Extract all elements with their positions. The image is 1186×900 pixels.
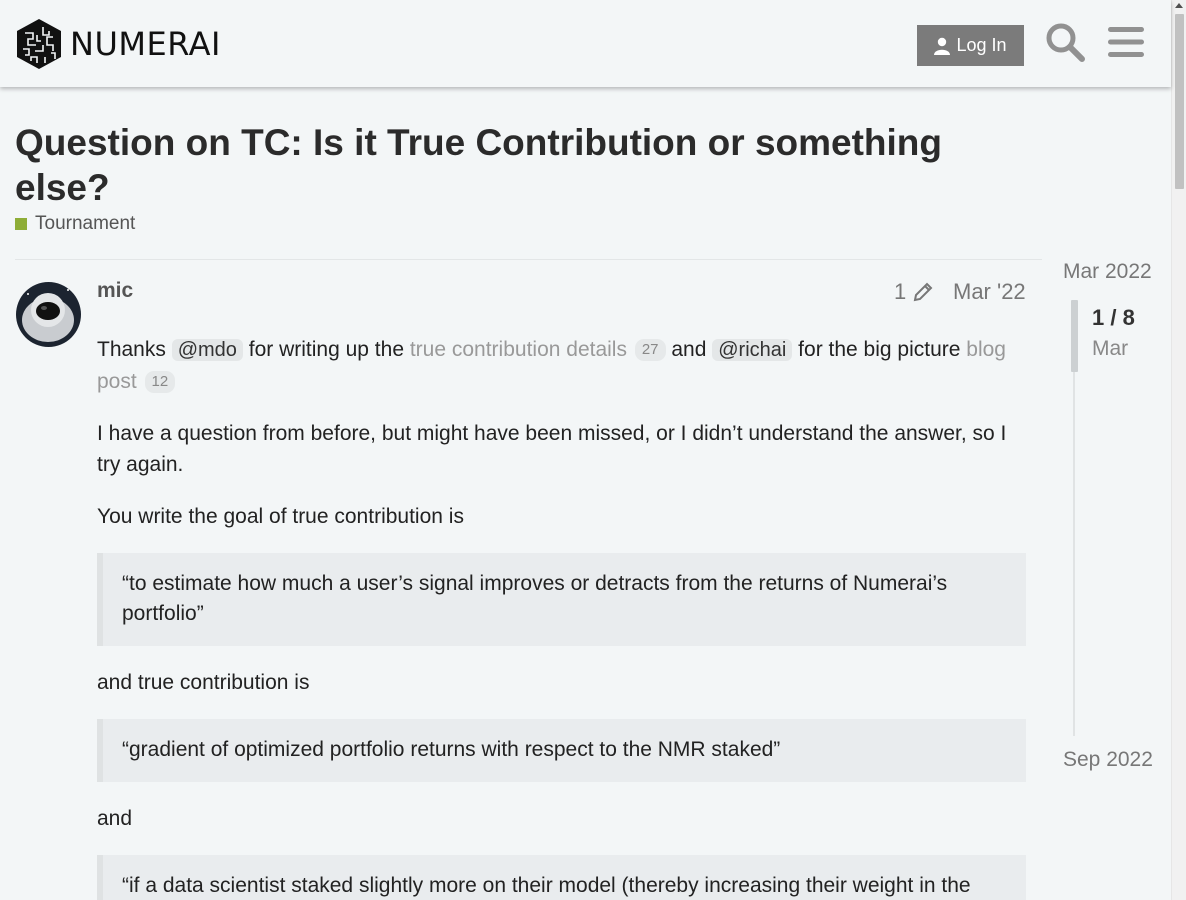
- post-paragraph: You write the goal of true contribution …: [97, 505, 464, 528]
- category-color-swatch: [15, 218, 27, 230]
- post-paragraph: and: [97, 807, 133, 830]
- category-badge[interactable]: Tournament: [15, 213, 135, 235]
- text: Thanks: [97, 338, 172, 361]
- edit-history-button[interactable]: 1: [894, 279, 934, 305]
- post-date[interactable]: Mar '22: [953, 279, 1026, 305]
- edit-count: 1: [894, 279, 907, 304]
- post-body: Thanks @mdo for writing up the true cont…: [97, 334, 1026, 900]
- timeline-end-date[interactable]: Sep 2022: [1063, 748, 1153, 772]
- link-click-count: 12: [144, 371, 176, 394]
- blockquote: “to estimate how much a user’s signal im…: [97, 553, 1026, 646]
- blockquote: “if a data scientist staked slightly mor…: [97, 855, 1026, 900]
- numerai-logo-icon: [17, 19, 61, 69]
- link-true-contribution-details[interactable]: true contribution details: [410, 338, 627, 361]
- timeline-position-date: Mar: [1092, 337, 1129, 360]
- scroll-thumb[interactable]: [1175, 14, 1184, 189]
- post-username[interactable]: mic: [97, 279, 133, 303]
- topic-title[interactable]: Question on TC: Is it True Contribution …: [15, 120, 1015, 210]
- scroll-up-arrow-icon[interactable]: [1175, 3, 1183, 8]
- search-icon[interactable]: [1044, 21, 1086, 63]
- mention-richai[interactable]: @richai: [712, 339, 793, 361]
- timeline-start-date[interactable]: Mar 2022: [1063, 260, 1152, 284]
- post-paragraph: and true contribution is: [97, 671, 310, 694]
- site-logo[interactable]: NUMERAI: [15, 17, 221, 71]
- topic-divider: [15, 259, 1042, 260]
- blockquote: “gradient of optimized portfolio returns…: [97, 719, 1026, 782]
- text: for writing up the: [242, 338, 410, 361]
- site-header: NUMERAI Log In: [0, 0, 1171, 87]
- astronaut-avatar-icon: [16, 282, 81, 347]
- timeline-position: 1 / 8: [1092, 305, 1135, 330]
- timeline-handle[interactable]: [1071, 300, 1078, 372]
- category-label: Tournament: [35, 213, 136, 234]
- user-icon: [934, 37, 951, 55]
- mention-mdo[interactable]: @mdo: [171, 339, 243, 361]
- login-label: Log In: [956, 35, 1007, 55]
- hamburger-menu-icon[interactable]: [1105, 21, 1147, 63]
- text: and: [665, 338, 713, 361]
- pencil-icon: [913, 282, 933, 302]
- link-click-count: 27: [634, 339, 666, 362]
- logo-text: NUMERAI: [70, 25, 221, 63]
- avatar[interactable]: [16, 282, 81, 347]
- text: for the big picture: [792, 338, 967, 361]
- post-paragraph: I have a question from before, but might…: [97, 422, 1007, 476]
- login-button[interactable]: Log In: [917, 25, 1024, 66]
- page-scrollbar[interactable]: [1171, 0, 1186, 900]
- post-paragraph: Thanks @mdo for writing up the true cont…: [97, 334, 1026, 397]
